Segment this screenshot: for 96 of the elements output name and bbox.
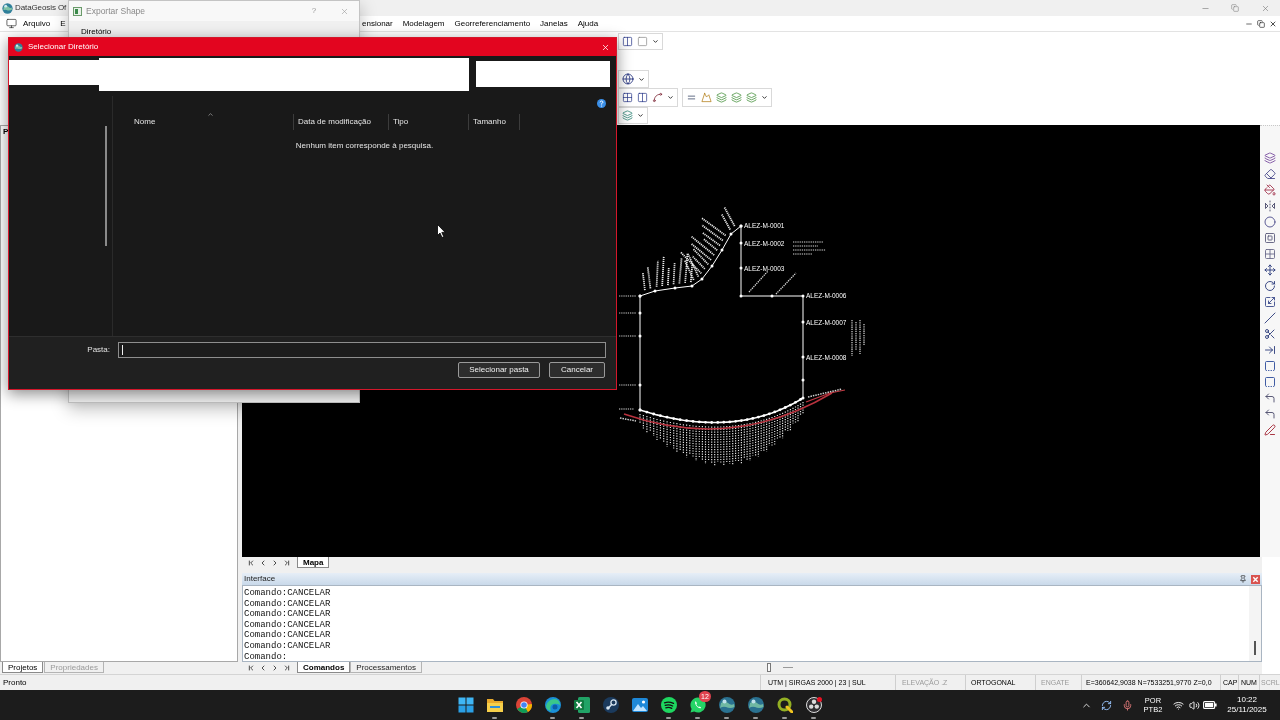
field-label: Diretório — [81, 27, 112, 37]
folder-field[interactable] — [118, 342, 606, 358]
scrollbar-thumb[interactable] — [105, 126, 107, 246]
first-arrow-icon[interactable] — [247, 558, 255, 567]
scale-icon[interactable] — [1264, 296, 1276, 308]
menu-item[interactable]: Janelas — [540, 18, 568, 29]
document-icon — [73, 6, 82, 16]
folder-icon[interactable] — [486, 698, 503, 712]
dialog-title: Exportar Shape — [86, 6, 146, 16]
tab[interactable]: Processamentos — [350, 662, 422, 673]
scissors-icon[interactable] — [1264, 328, 1276, 340]
menu-item[interactable]: E — [60, 18, 66, 29]
first-arrow-icon[interactable] — [247, 663, 255, 672]
dialog-button[interactable]: Cancelar — [549, 362, 605, 378]
rotate-icon[interactable] — [1264, 280, 1276, 292]
window-menu-icon[interactable] — [6, 18, 17, 29]
pin-icon[interactable] — [1239, 575, 1247, 583]
empty-message: Nenhum item corresponde à pesquisa. — [295, 141, 434, 151]
menu-item[interactable]: Georreferenciamento — [454, 18, 531, 29]
line-icon[interactable] — [1264, 312, 1276, 324]
scrollbar-thumb[interactable] — [1254, 641, 1256, 655]
column-header[interactable]: Nome — [134, 117, 156, 127]
status-message: Pronto — [3, 677, 27, 688]
move-icon[interactable] — [1264, 264, 1276, 276]
sync-icon[interactable] — [1101, 699, 1112, 711]
globe-icon[interactable] — [718, 697, 735, 713]
pen-icon[interactable] — [1264, 424, 1276, 436]
window-title: DataGeosis Of — [15, 3, 67, 13]
curve-icon[interactable] — [652, 92, 663, 103]
menu-item[interactable]: Modelagem — [402, 18, 445, 29]
aperture-icon[interactable] — [805, 697, 822, 713]
menu-item[interactable]: Ajuda — [577, 18, 599, 29]
open-box-icon[interactable] — [1264, 360, 1276, 372]
eraser-icon[interactable] — [1264, 168, 1276, 180]
layers-icon[interactable] — [622, 110, 633, 121]
last-arrow-icon[interactable] — [283, 558, 291, 567]
globe-icon[interactable] — [622, 73, 634, 85]
close-icon[interactable] — [1251, 574, 1260, 584]
corner-icon[interactable] — [1264, 408, 1276, 420]
clock-date[interactable]: 25/11/2025 — [1227, 705, 1267, 715]
column-header[interactable]: Data de modificação — [298, 117, 371, 127]
grid-icon[interactable] — [1264, 248, 1276, 260]
last-arrow-icon[interactable] — [283, 663, 291, 672]
extend-icon[interactable] — [1264, 344, 1276, 356]
volume-icon[interactable] — [1188, 699, 1200, 711]
clock-time[interactable]: 10:22 — [1237, 695, 1257, 705]
command-line: Comando:CANCELAR — [244, 588, 331, 599]
microphone-icon[interactable] — [1121, 699, 1133, 711]
tab[interactable]: Comandos — [297, 662, 351, 673]
panel-title: Interface — [244, 574, 276, 584]
scrollbar-track[interactable] — [1249, 586, 1261, 661]
menu-item[interactable]: Arquivo — [23, 18, 51, 29]
column-header[interactable]: Tamanho — [473, 117, 506, 127]
tab[interactable]: Mapa — [297, 557, 330, 568]
tricolor-circle-icon[interactable] — [515, 697, 532, 713]
field-label: Pasta: — [87, 345, 110, 355]
spreadsheet-icon[interactable] — [573, 697, 590, 713]
panel-header: P — [3, 127, 9, 137]
menu-item[interactable]: ensionar — [362, 18, 393, 29]
command-line: Comando: — [244, 651, 288, 663]
app-logo-icon — [2, 2, 13, 14]
dialog-button[interactable]: Selecionar pasta — [458, 362, 540, 378]
picture-icon[interactable] — [631, 698, 648, 712]
dialog-title: Selecionar Diretório — [28, 42, 99, 52]
wifi-icon[interactable] — [1172, 699, 1184, 711]
chat-bubble-icon[interactable] — [689, 697, 706, 713]
paint-bucket-icon[interactable] — [1264, 184, 1276, 196]
command-line: Comando:CANCELAR — [244, 609, 331, 620]
piston-circle-icon[interactable] — [602, 697, 619, 713]
corner-icon[interactable] — [1264, 392, 1276, 404]
scrollbar-thumb[interactable] — [766, 663, 771, 672]
swirl-circle-icon[interactable] — [544, 697, 561, 713]
columns-icon[interactable] — [637, 92, 648, 103]
globe-icon[interactable] — [747, 697, 764, 713]
open-box-icon[interactable] — [1264, 376, 1276, 388]
four-squares-icon[interactable] — [457, 697, 474, 713]
grid-icon[interactable] — [622, 92, 633, 103]
mouse-cursor-icon — [437, 224, 446, 238]
nested-square-icon[interactable] — [1264, 232, 1276, 244]
tab[interactable]: Projetos — [2, 662, 44, 673]
ring-tail-icon[interactable] — [776, 697, 793, 713]
mirror-icon[interactable] — [1264, 200, 1276, 212]
ring-icon[interactable] — [1264, 216, 1276, 228]
app-logo-icon — [14, 42, 23, 52]
close-icon[interactable] — [1269, 19, 1277, 28]
column-header[interactable]: Tipo — [393, 117, 409, 127]
command-line: Comando:CANCELAR — [244, 619, 331, 630]
sound-arcs-circle-icon[interactable] — [660, 697, 677, 713]
restore-icon[interactable] — [1257, 19, 1265, 28]
command-line: Comando:CANCELAR — [244, 598, 331, 609]
command-line: Comando:CANCELAR — [244, 630, 331, 641]
command-line: Comando:CANCELAR — [244, 640, 331, 652]
layers-icon[interactable] — [1264, 152, 1276, 164]
battery-icon[interactable] — [1203, 701, 1217, 709]
split-view-icon[interactable] — [622, 36, 633, 47]
help-icon[interactable] — [597, 99, 606, 108]
